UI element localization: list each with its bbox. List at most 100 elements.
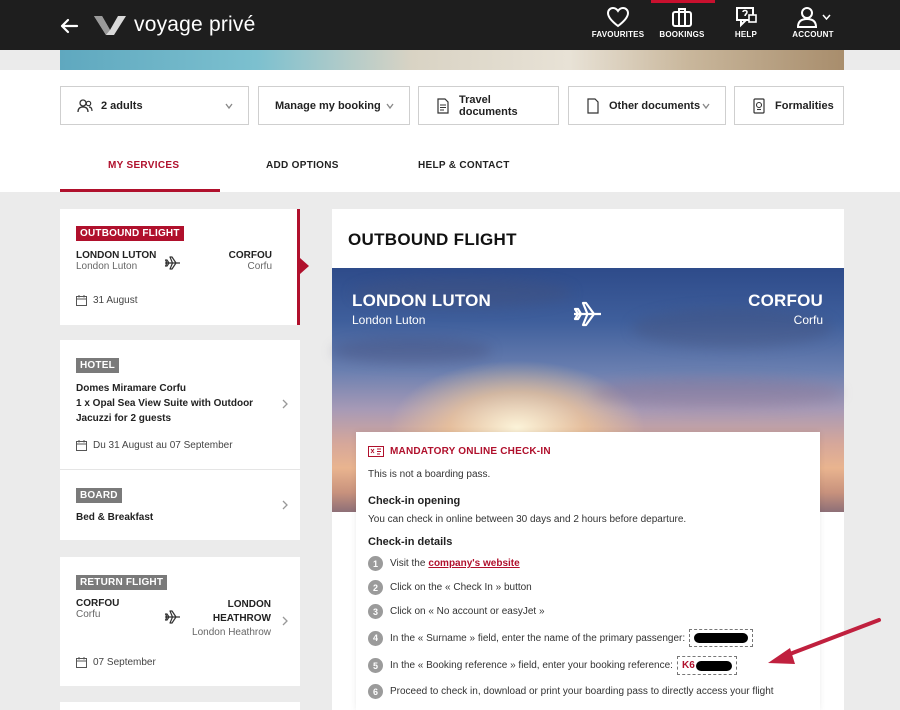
tab-add-options[interactable]: ADD OPTIONS (266, 160, 339, 171)
chevron-right-icon (282, 500, 288, 510)
checkin-title: MANDATORY ONLINE CHECK-IN (368, 446, 551, 457)
checkin-details-heading: Check-in details (368, 536, 453, 548)
hotel-card[interactable]: HOTEL Domes Miramare Corfu 1 x Opal Sea … (60, 340, 300, 470)
manage-booking-label: Manage my booking (275, 99, 381, 112)
outbound-date: 31 August (93, 295, 138, 306)
outbound-flight-card[interactable]: OUTBOUND FLIGHT LONDON LUTON London Luto… (60, 209, 300, 325)
step-number: 5 (368, 658, 383, 673)
outbound-from-city: LONDON LUTON (76, 250, 157, 261)
panel-title: OUTBOUND FLIGHT (348, 230, 517, 249)
outbound-from-airport: London Luton (76, 261, 138, 272)
checkin-step: 1 Visit the company's website (368, 556, 520, 571)
hotel-name: Domes Miramare Corfu (76, 383, 187, 394)
checkin-step: 2 Click on the « Check In » button (368, 580, 532, 595)
nav-favourites[interactable]: FAVOURITES (588, 6, 648, 46)
manage-booking-dropdown[interactable]: Manage my booking (258, 86, 410, 125)
file-icon (585, 97, 601, 114)
step-number: 6 (368, 684, 383, 699)
step-text: In the « Booking reference » field, ente… (390, 660, 673, 671)
step-number: 1 (368, 556, 383, 571)
hotel-room-line1: 1 x Opal Sea View Suite with Outdoor (76, 398, 254, 409)
chevron-down-icon (386, 103, 394, 110)
calendar-icon (76, 295, 87, 306)
step-number: 4 (368, 630, 383, 646)
board-value: Bed & Breakfast (76, 512, 154, 523)
formalities-button[interactable]: Formalities (734, 86, 844, 125)
adults-label: 2 adults (101, 99, 143, 112)
suitcase-icon (672, 8, 692, 27)
board-card[interactable]: BOARD Bed & Breakfast (60, 470, 300, 540)
return-date: 07 September (93, 657, 156, 668)
passport-icon (751, 97, 767, 114)
tab-help-contact[interactable]: HELP & CONTACT (418, 160, 510, 171)
checkin-opening-heading: Check-in opening (368, 495, 461, 507)
checkin-opening-text: You can check in online between 30 days … (368, 514, 687, 525)
hero-destination: CORFOU Corfu (748, 291, 823, 327)
selected-card-pointer (300, 258, 309, 274)
step-text: Click on « No account or easyJet » (390, 606, 545, 617)
plane-icon (573, 301, 601, 327)
next-card[interactable] (60, 702, 300, 710)
hotel-badge: HOTEL (76, 358, 119, 373)
checkin-step: 6 Proceed to check in, download or print… (368, 684, 774, 699)
outbound-to-city: CORFOU (228, 250, 272, 261)
booking-reference-prefix: K6 (681, 660, 695, 671)
nav-bookings-label: BOOKINGS (659, 30, 705, 39)
other-documents-label: Other documents (609, 99, 701, 112)
other-documents-dropdown[interactable]: Other documents (568, 86, 726, 125)
checkin-step: 5 In the « Booking reference » field, en… (368, 656, 737, 675)
hero-destination-airport: Corfu (793, 313, 823, 327)
step-text: In the « Surname » field, enter the name… (390, 632, 686, 644)
hotel-dates: Du 31 August au 07 September (93, 440, 233, 451)
nav-help-label: HELP (734, 30, 758, 39)
plane-icon (164, 256, 180, 270)
hero-origin-city: LONDON LUTON (352, 291, 492, 310)
return-flight-badge: RETURN FLIGHT (76, 575, 168, 590)
hotel-room-line2: Jacuzzi for 2 guests (76, 413, 172, 424)
step-number: 3 (368, 604, 383, 619)
chevron-down-icon (821, 14, 831, 20)
nav-favourites-label: FAVOURITES (591, 30, 645, 39)
step-text: Proceed to check in, download or print y… (390, 686, 774, 697)
tab-my-services[interactable]: MY SERVICES (108, 160, 179, 171)
return-to-city-line2: HEATHROW (212, 613, 271, 624)
step-text: Click on the « Check In » button (390, 582, 532, 593)
return-from-airport: Corfu (76, 609, 101, 620)
redacted-booking-reference (695, 660, 732, 671)
chevron-right-icon (282, 616, 288, 626)
nav-help[interactable]: HELP (716, 6, 776, 46)
redacted-passenger-name (694, 633, 749, 643)
active-tab-indicator (60, 189, 220, 192)
checkin-step: 4 In the « Surname » field, enter the na… (368, 629, 754, 647)
formalities-label: Formalities (775, 99, 834, 112)
ticket-icon (368, 446, 384, 457)
outbound-to-airport: Corfu (247, 261, 272, 272)
people-icon (77, 98, 93, 114)
return-to-city-line1: LONDON (227, 599, 271, 610)
passenger-name-field[interactable] (689, 629, 754, 647)
step-text: Visit the (390, 558, 426, 569)
voyage-prive-logo[interactable]: voyage privé (92, 12, 255, 38)
checkin-note: This is not a boarding pass. (368, 469, 491, 480)
calendar-icon (76, 440, 87, 451)
chevron-down-icon (225, 103, 233, 110)
nav-bookings[interactable]: BOOKINGS (652, 6, 712, 46)
company-website-link[interactable]: company's website (428, 558, 519, 569)
return-to-airport: London Heathrow (192, 627, 271, 638)
return-flight-card[interactable]: RETURN FLIGHT CORFOU Corfu LONDON HEATHR… (60, 557, 300, 686)
booking-reference-field[interactable]: K6 (676, 656, 737, 675)
chevron-right-icon (282, 399, 288, 409)
travel-documents-button[interactable]: Travel documents (418, 86, 559, 125)
hero-origin-airport: London Luton (352, 313, 426, 327)
help-chat-icon (736, 7, 757, 28)
checkin-step: 3 Click on « No account or easyJet » (368, 604, 545, 619)
chevron-down-icon (702, 103, 710, 110)
logo-mark-icon (94, 16, 126, 35)
nav-account[interactable]: ACCOUNT (782, 6, 844, 46)
step-number: 2 (368, 580, 383, 595)
bookings-active-indicator (651, 0, 715, 3)
adults-dropdown[interactable]: 2 adults (60, 86, 249, 125)
user-icon (796, 7, 817, 28)
document-icon (435, 97, 451, 114)
back-arrow-icon[interactable] (58, 15, 80, 37)
